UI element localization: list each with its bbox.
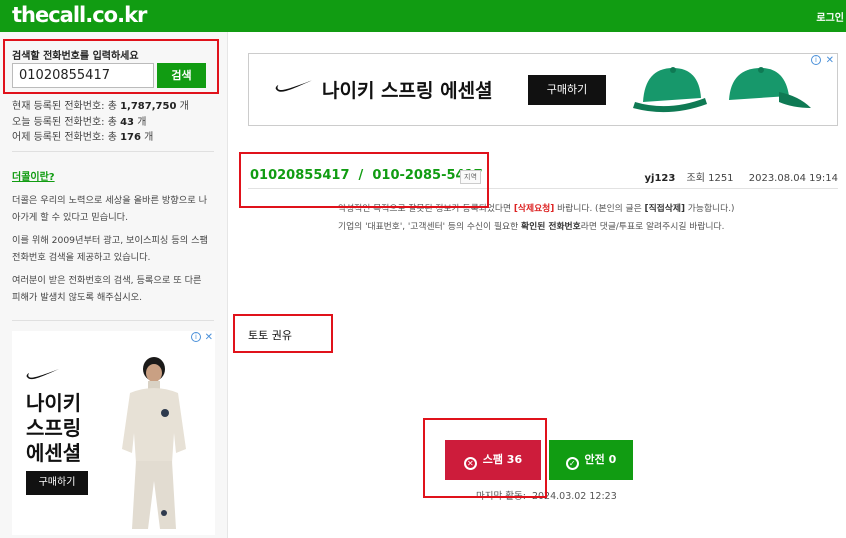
view-count: 조회 1251 bbox=[686, 173, 734, 184]
search-title: 검색할 전화번호를 입력하세요 bbox=[12, 51, 139, 62]
stat-total-label: 현재 등록된 전화번호: 총 bbox=[12, 101, 117, 112]
post-header: 01020855417 / 010-2085-5417 지역 yj123 조회 … bbox=[248, 163, 838, 189]
about-p3-line2: 피해가 발생치 않도록 해주십시오. bbox=[12, 292, 143, 303]
site-logo[interactable]: thecall.co.kr bbox=[12, 3, 147, 27]
ad-close-icon[interactable]: ✕ bbox=[205, 332, 213, 343]
ad-buy-button[interactable]: 구매하기 bbox=[528, 75, 606, 105]
post-author[interactable]: yj123 bbox=[645, 173, 676, 184]
last-activity-label: 마지막 활동: bbox=[476, 491, 526, 502]
stat-total-unit: 개 bbox=[179, 101, 189, 112]
post-date: 2023.08.04 19:14 bbox=[748, 173, 838, 184]
sidebar-ad[interactable]: i ✕ 나이키 스프링 에센셜 구매하기 bbox=[12, 331, 215, 535]
post-body: 토토 권유 bbox=[248, 329, 292, 342]
about-p1-line1: 더콜은 우리의 노력으로 세상을 올바른 방향으로 나 bbox=[12, 195, 208, 206]
stat-yesterday: 어제 등록된 전화번호: 총 176 개 bbox=[12, 128, 153, 143]
ad-headline-line3: 에센셜 bbox=[26, 441, 82, 465]
stat-yesterday-label: 어제 등록된 전화번호: 총 bbox=[12, 132, 117, 143]
top-banner-ad[interactable]: i ✕ 나이키 스프링 에센셜 구매하기 bbox=[248, 53, 838, 126]
post-meta: yj123 조회 1251 2023.08.04 19:14 bbox=[645, 169, 839, 184]
last-activity-value: 2024.03.02 12:23 bbox=[531, 491, 617, 502]
notice-text: 바랍니다. (본인의 글은 bbox=[557, 204, 642, 214]
ad-headline: 나이키 스프링 에센셜 bbox=[322, 80, 493, 102]
notice-emphasis: 확인된 전화번호 bbox=[521, 222, 581, 232]
search-button[interactable]: 검색 bbox=[157, 63, 206, 88]
stat-yesterday-value: 176 bbox=[120, 132, 141, 143]
sidebar: 검색할 전화번호를 입력하세요 검색 현재 등록된 전화번호: 총 1,787,… bbox=[0, 32, 228, 538]
about-p3-line1: 여러분이 받은 전화번호의 검색, 등록으로 또 다른 bbox=[12, 275, 202, 286]
top-navbar: thecall.co.kr 로그인 bbox=[0, 0, 846, 32]
notice-text: 기업의 '대표번호', '고객센터' 등의 수신이 필요한 bbox=[338, 222, 522, 232]
ad-info-icon[interactable]: i bbox=[191, 332, 201, 342]
stat-today: 오늘 등록된 전화번호: 총 43 개 bbox=[12, 113, 146, 128]
about-link[interactable]: 더콜이란? bbox=[12, 168, 55, 183]
notice-text: 악성적인 목적으로 잘못된 정보가 등록되었다면 bbox=[338, 204, 512, 214]
notice-line-1: 악성적인 목적으로 잘못된 정보가 등록되었다면 [삭제요청] 바랍니다. (본… bbox=[338, 201, 734, 214]
login-link[interactable]: 로그인 bbox=[816, 9, 844, 24]
about-p2-line2: 전화번호 검색을 제공하고 있습니다. bbox=[12, 252, 151, 263]
green-cap-image bbox=[729, 67, 811, 108]
spam-vote-label: 스팸 36 bbox=[482, 453, 523, 466]
about-paragraph-2: 이를 위해 2009년부터 광고, 보이스피싱 등의 스팸 전화번호 검색을 제… bbox=[12, 232, 217, 266]
nike-swoosh-icon bbox=[275, 80, 312, 92]
about-paragraph-3: 여러분이 받은 전화번호의 검색, 등록으로 또 다른 피해가 발생치 않도록 … bbox=[12, 272, 217, 306]
delete-request-link[interactable]: [삭제요청] bbox=[514, 204, 554, 214]
ad-close-icon[interactable]: ✕ bbox=[826, 55, 834, 66]
model-photo-image bbox=[122, 357, 186, 529]
notice-line-2: 기업의 '대표번호', '고객센터' 등의 수신이 필요한 확인된 전화번호라면… bbox=[338, 219, 724, 232]
sidebar-divider bbox=[12, 151, 214, 152]
self-delete-link[interactable]: [직접삭제] bbox=[645, 204, 685, 214]
nike-swoosh-icon bbox=[26, 369, 59, 380]
check-circle-icon: ✓ bbox=[565, 457, 579, 470]
spam-vote-button[interactable]: ✕ 스팸 36 bbox=[445, 440, 541, 480]
green-cap-image bbox=[633, 67, 707, 113]
about-p2-line1: 이를 위해 2009년부터 광고, 보이스피싱 등의 스팸 bbox=[12, 235, 208, 246]
stat-today-unit: 개 bbox=[137, 117, 147, 128]
stat-today-label: 오늘 등록된 전화번호: 총 bbox=[12, 117, 117, 128]
phone-number: 01020855417 / 010-2085-5417 bbox=[250, 168, 483, 183]
about-p1-line2: 아가게 할 수 있다고 믿습니다. bbox=[12, 212, 129, 223]
sidebar-divider bbox=[12, 320, 214, 321]
last-activity: 마지막 활동: 2024.03.02 12:23 bbox=[476, 488, 617, 502]
safe-vote-button[interactable]: ✓ 안전 0 bbox=[549, 440, 633, 480]
notice-text: 가능합니다.) bbox=[687, 204, 735, 214]
stat-yesterday-unit: 개 bbox=[144, 132, 154, 143]
stat-today-value: 43 bbox=[120, 117, 135, 128]
close-circle-icon: ✕ bbox=[463, 457, 477, 470]
notice-text: 라면 댓글/투표로 알려주시길 바랍니다. bbox=[580, 222, 725, 232]
safe-vote-label: 안전 0 bbox=[584, 453, 617, 466]
stat-total: 현재 등록된 전화번호: 총 1,787,750 개 bbox=[12, 97, 189, 112]
region-badge: 지역 bbox=[460, 170, 481, 184]
stat-total-value: 1,787,750 bbox=[120, 101, 177, 112]
about-paragraph-1: 더콜은 우리의 노력으로 세상을 올바른 방향으로 나 아가게 할 수 있다고 … bbox=[12, 192, 217, 226]
phone-search-input[interactable] bbox=[12, 63, 154, 88]
ad-buy-button[interactable]: 구매하기 bbox=[26, 471, 88, 495]
